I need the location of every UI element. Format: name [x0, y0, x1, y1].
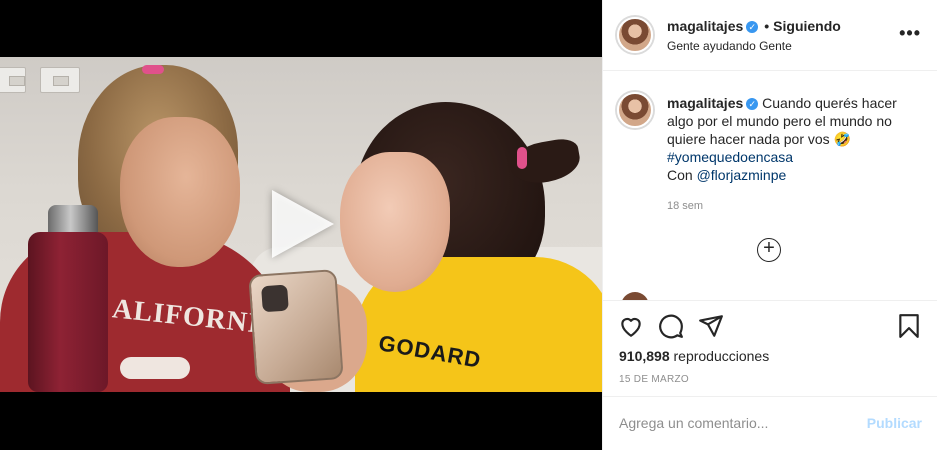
following-button[interactable]: Siguiendo	[773, 18, 841, 34]
load-more-comments-icon[interactable]: +	[757, 238, 781, 262]
bookmark-icon[interactable]	[896, 313, 922, 339]
play-icon[interactable]	[272, 190, 334, 258]
with-prefix: Con	[667, 167, 697, 183]
caption-avatar[interactable]	[617, 92, 653, 128]
views-count[interactable]: 910,898 reproducciones	[619, 348, 769, 364]
caption-username-link[interactable]: magalitajes	[667, 95, 743, 111]
username-link[interactable]: magalitajes	[667, 18, 743, 34]
heart-icon[interactable]	[618, 313, 644, 339]
post-date[interactable]: 15 DE MARZO	[619, 374, 689, 385]
add-comment-form: Publicar	[603, 396, 937, 450]
views-label: reproducciones	[669, 348, 770, 364]
right-person-face	[340, 152, 450, 292]
phone-camera	[261, 284, 289, 313]
verified-badge-icon: ✓	[746, 21, 759, 33]
mention-link[interactable]: @florjazminpe	[697, 167, 787, 183]
video-player[interactable]: ALIFORNIA GODARD	[0, 0, 602, 450]
thermos-bottle	[28, 232, 108, 392]
post-header: magalitajes ✓ • Siguiendo Gente ayudando Ge…	[603, 0, 937, 71]
caption-timestamp[interactable]: 18 sem	[667, 200, 703, 212]
caption: magalitajes ✓ Cuando querés hacer algo po…	[667, 94, 915, 184]
location-link[interactable]: Gente ayudando Gente	[667, 39, 792, 53]
smartphone	[248, 269, 344, 385]
post-side-panel: magalitajes ✓ • Siguiendo Gente ayudando Ge…	[602, 0, 937, 450]
verified-badge-icon: ✓	[746, 98, 759, 110]
paper-plane-icon[interactable]	[698, 313, 724, 339]
publish-button[interactable]: Publicar	[867, 415, 922, 431]
left-person-hair-tie	[142, 65, 164, 74]
separator-dot: •	[764, 18, 770, 34]
comments-section[interactable]: magalitajes ✓ Cuando querés hacer algo po…	[603, 72, 937, 300]
wall-switch-decoration	[40, 67, 80, 93]
views-number: 910,898	[619, 348, 670, 364]
post-actions: 910,898 reproducciones 15 DE MARZO	[603, 300, 937, 410]
right-person-hair-tie	[517, 147, 527, 169]
comment-icon[interactable]	[658, 313, 684, 339]
more-options-icon[interactable]: •••	[899, 24, 921, 42]
left-person-face	[120, 117, 240, 267]
wall-switch-decoration	[0, 67, 26, 93]
hashtag-link[interactable]: #yomequedoencasa	[667, 149, 793, 165]
next-comment-avatar	[621, 292, 649, 300]
left-shirt-bear-graphic	[120, 357, 190, 379]
avatar[interactable]	[617, 17, 653, 53]
comment-input[interactable]	[619, 413, 859, 433]
header-user-line: magalitajes ✓ • Siguiendo	[667, 18, 841, 34]
